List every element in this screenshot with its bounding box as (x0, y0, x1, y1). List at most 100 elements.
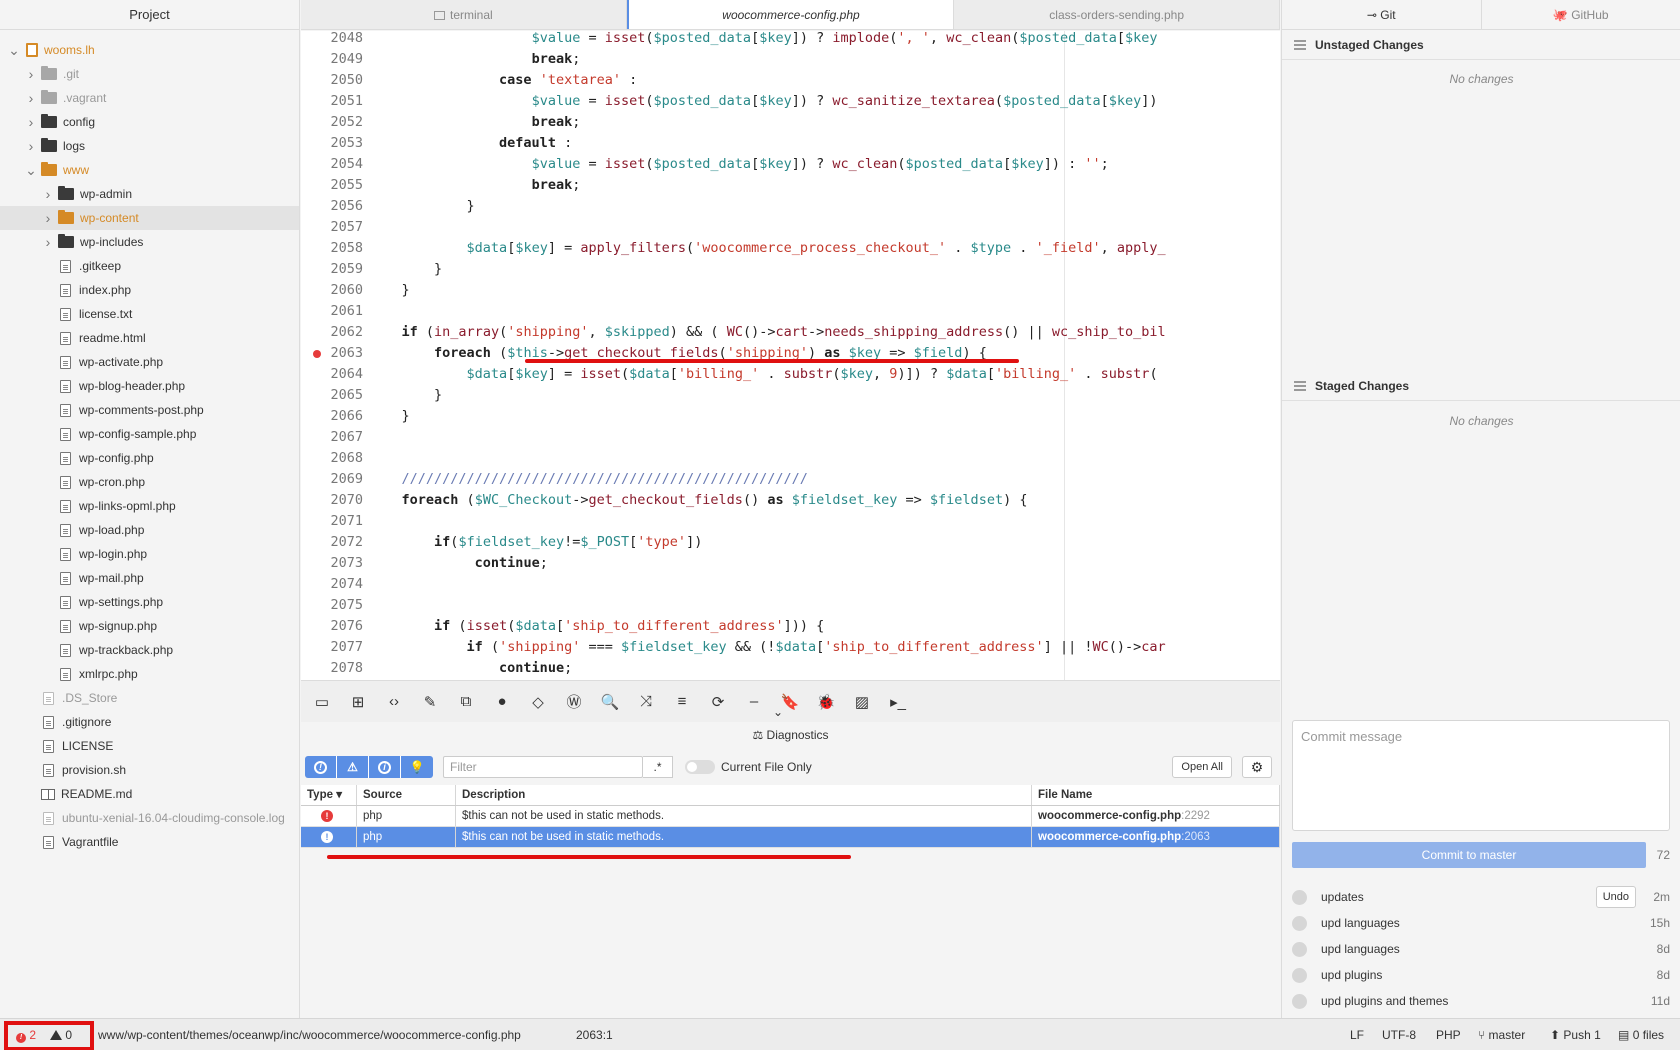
open-all-button[interactable]: Open All (1172, 756, 1232, 778)
code-line[interactable]: 2053 default : (301, 133, 1280, 154)
code-line[interactable]: 2066 } (301, 406, 1280, 427)
encoding[interactable]: UTF-8 (1382, 1019, 1416, 1050)
commit-item[interactable]: upd languages 8d (1292, 936, 1670, 962)
tree-item[interactable]: › wp-includes (0, 230, 299, 254)
current-file-only-switch[interactable] (685, 760, 715, 774)
push-button[interactable]: ⬆ Push 1 (1550, 1019, 1601, 1050)
tree-item[interactable]: wp-links-opml.php (0, 494, 299, 518)
code-line[interactable]: 2048 $value = isset($posted_data[$key]) … (301, 31, 1280, 49)
regex-toggle[interactable]: .* (643, 756, 673, 778)
error-filter-toggle[interactable]: ! (305, 756, 337, 778)
image-icon[interactable]: ▨ (851, 691, 873, 713)
chevron-right-icon[interactable]: › (25, 114, 37, 130)
chevron-right-icon[interactable]: › (42, 210, 54, 226)
tree-item[interactable]: Vagrantfile (0, 830, 299, 854)
commit-message-input[interactable]: Commit message (1292, 720, 1670, 831)
diagnostics-filter-input[interactable]: Filter (443, 756, 643, 778)
tree-item[interactable]: ubuntu-xenial-16.04-cloudimg-console.log (0, 806, 299, 830)
tree-item[interactable]: wp-login.php (0, 542, 299, 566)
tree-item[interactable]: LICENSE (0, 734, 299, 758)
tab-woocommerce-config-php[interactable]: woocommerce-config.php (626, 0, 955, 29)
code-line[interactable]: 2078 continue; (301, 658, 1280, 679)
tree-item[interactable]: provision.sh (0, 758, 299, 782)
code-line[interactable]: 2069 ///////////////////////////////////… (301, 469, 1280, 490)
code-line[interactable]: 2054 $value = isset($posted_data[$key]) … (301, 154, 1280, 175)
diagnostics-settings-gear-icon[interactable]: ⚙ (1242, 756, 1272, 778)
tree-item[interactable]: index.php (0, 278, 299, 302)
refresh-icon[interactable]: ⟳ (707, 691, 729, 713)
tree-item[interactable]: wp-activate.php (0, 350, 299, 374)
tree-item[interactable]: wp-mail.php (0, 566, 299, 590)
tree-item[interactable]: ⌄ www (0, 158, 299, 182)
grammar[interactable]: PHP (1436, 1019, 1461, 1050)
col-file-name[interactable]: File Name (1032, 785, 1280, 805)
undo-button[interactable]: Undo (1595, 886, 1636, 908)
code-line[interactable]: 2076 if (isset($data['ship_to_different_… (301, 616, 1280, 637)
search-icon[interactable]: 🔍 (599, 691, 621, 713)
split-icon[interactable]: ⧉ (455, 691, 477, 713)
tree-item[interactable]: .gitkeep (0, 254, 299, 278)
code-line[interactable]: 2049 break; (301, 49, 1280, 70)
bug-icon[interactable]: 🐞 (815, 691, 837, 713)
checklist-icon[interactable]: ✎ (419, 691, 441, 713)
code-line[interactable]: 2068 (301, 448, 1280, 469)
commit-item[interactable]: updates 2m Undo (1292, 884, 1670, 910)
col-description[interactable]: Description (456, 785, 1032, 805)
tree-item[interactable]: .DS_Store (0, 686, 299, 710)
tree-item[interactable]: wp-blog-header.php (0, 374, 299, 398)
code-line[interactable]: 2075 (301, 595, 1280, 616)
tree-item[interactable]: › wp-admin (0, 182, 299, 206)
line-ending[interactable]: LF (1350, 1019, 1364, 1050)
chevron-right-icon[interactable]: › (42, 186, 54, 202)
code-line[interactable]: 2059 } (301, 259, 1280, 280)
branch[interactable]: ⑂ master (1478, 1019, 1525, 1050)
tree-item[interactable]: readme.html (0, 326, 299, 350)
tree-item[interactable]: xmlrpc.php (0, 662, 299, 686)
commit-item[interactable]: upd plugins and themes 11d (1292, 988, 1670, 1014)
code-editor[interactable]: 2048 $value = isset($posted_data[$key]) … (301, 31, 1280, 680)
info-filter-toggle[interactable]: i (369, 756, 401, 778)
code-line[interactable]: 2052 break; (301, 112, 1280, 133)
collapse-panel-chevron-icon[interactable]: ⌄ (763, 705, 793, 723)
staged-changes-header[interactable]: Staged Changes (1282, 371, 1680, 401)
new-file-icon[interactable]: ⊞ (347, 691, 369, 713)
tree-item[interactable]: README.md (0, 782, 299, 806)
code-line[interactable]: 2067 (301, 427, 1280, 448)
code-line[interactable]: 2073 continue; (301, 553, 1280, 574)
github-icon[interactable]: ● (491, 691, 513, 713)
code-line[interactable]: 2051 $value = isset($posted_data[$key]) … (301, 91, 1280, 112)
chevron-down-icon[interactable]: ⌄ (25, 162, 37, 179)
chevron-right-icon[interactable]: › (25, 90, 37, 106)
tree-item[interactable]: wp-comments-post.php (0, 398, 299, 422)
cursor-position[interactable]: 2063:1 (576, 1019, 613, 1050)
tree-item[interactable]: wp-cron.php (0, 470, 299, 494)
diagnostic-file[interactable]: woocommerce-config.php:2063 (1032, 827, 1280, 847)
code-icon[interactable]: ‹› (383, 691, 405, 713)
file-path[interactable]: www/wp-content/themes/oceanwp/inc/woocom… (98, 1019, 521, 1050)
code-line[interactable]: 2058 $data[$key] = apply_filters('woocom… (301, 238, 1280, 259)
col-source[interactable]: Source (357, 785, 456, 805)
chevron-right-icon[interactable]: › (42, 234, 54, 250)
code-line[interactable]: 2050 case 'textarea' : (301, 70, 1280, 91)
code-line[interactable]: 2057 (301, 217, 1280, 238)
code-line[interactable]: 2061 (301, 301, 1280, 322)
code-line[interactable]: 2072 if($fieldset_key!=$_POST['type']) (301, 532, 1280, 553)
diagnostic-row[interactable]: ! php $this can not be used in static meth… (301, 806, 1280, 827)
unstaged-changes-header[interactable]: Unstaged Changes (1282, 30, 1680, 60)
tab-terminal[interactable]: terminal (301, 0, 627, 29)
wordpress-icon[interactable]: Ⓦ (563, 691, 585, 713)
tree-item[interactable]: › .git (0, 62, 299, 86)
tree-item[interactable]: wp-settings.php (0, 590, 299, 614)
diagnostic-file[interactable]: woocommerce-config.php:2292 (1032, 806, 1280, 826)
code-line[interactable]: 2056 } (301, 196, 1280, 217)
code-line[interactable]: 2060 } (301, 280, 1280, 301)
tree-item[interactable]: license.txt (0, 302, 299, 326)
changed-files[interactable]: ▤ 0 files (1618, 1019, 1664, 1050)
menu-icon[interactable]: ≡ (671, 691, 693, 713)
code-line[interactable]: 2065 } (301, 385, 1280, 406)
chevron-down-icon[interactable]: ⌄ (8, 42, 20, 59)
commit-to-master-button[interactable]: Commit to master (1292, 842, 1646, 868)
tree-item[interactable]: › logs (0, 134, 299, 158)
tree-item[interactable]: wp-trackback.php (0, 638, 299, 662)
code-line[interactable]: 2055 break; (301, 175, 1280, 196)
